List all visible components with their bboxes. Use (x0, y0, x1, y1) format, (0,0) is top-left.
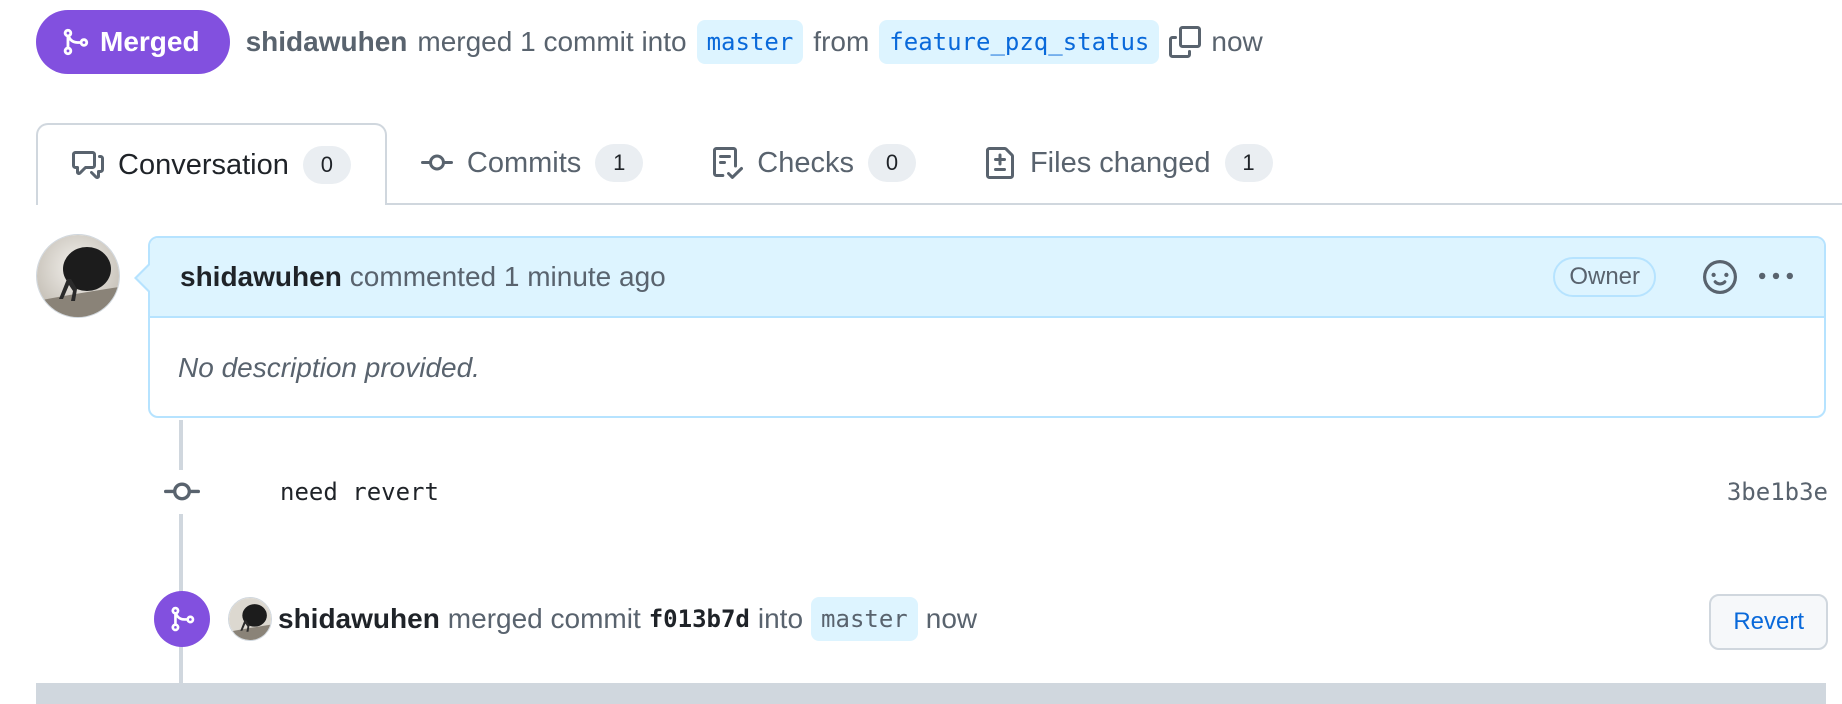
into-text: into (757, 603, 804, 634)
author-link[interactable]: shidawuhen (246, 26, 408, 58)
file-diff-icon (985, 147, 1014, 179)
tab-conversation[interactable]: Conversation 0 (36, 123, 387, 205)
tab-files-changed-label: Files changed (1029, 146, 1211, 179)
merged-state-badge: Merged (36, 10, 230, 74)
comment-action[interactable]: commented 1 minute ago (350, 261, 666, 293)
from-text: from (813, 26, 870, 57)
tab-checks-count: 0 (867, 144, 916, 182)
git-merge-icon (171, 606, 195, 632)
merge-author[interactable]: shidawuhen (278, 603, 440, 635)
copy-icon[interactable] (1169, 26, 1202, 58)
revert-button[interactable]: Revert (1709, 594, 1828, 650)
bottom-divider (36, 683, 1826, 704)
comment-discussion-icon (72, 151, 104, 179)
merge-action: merged commit (447, 603, 641, 634)
tab-commits[interactable]: Commits 1 (387, 123, 677, 203)
avatar-image (229, 598, 271, 640)
merge-event-row: shidawuhen merged commit f013b7d into ma… (154, 591, 1828, 650)
checklist-icon (713, 147, 744, 179)
comment-body: No description provided. (178, 352, 480, 383)
merge-event-badge (154, 591, 210, 647)
merged-state-label: Merged (100, 26, 200, 57)
merge-summary: shidawuhen merged 1 commit into master f… (246, 20, 1263, 64)
timeline-line (179, 420, 183, 704)
git-merge-icon (63, 28, 89, 56)
merge-time: now (1211, 26, 1263, 57)
merge-event-time[interactable]: now (926, 603, 977, 635)
merge-event-text: shidawuhen merged commit f013b7d into ma… (278, 597, 1709, 641)
comment-author[interactable]: shidawuhen (180, 261, 342, 293)
pr-header: Merged shidawuhen merged 1 commit into m… (36, 10, 1263, 74)
tab-checks[interactable]: Checks 0 (677, 123, 950, 203)
tab-commits-count: 1 (595, 144, 644, 182)
tab-checks-label: Checks (757, 146, 854, 179)
base-branch[interactable]: master (696, 20, 804, 64)
tab-files-changed[interactable]: Files changed 1 (950, 123, 1307, 203)
commit-sha[interactable]: 3be1b3e (1727, 478, 1828, 506)
comment-box: shidawuhen commented 1 minute ago Owner … (148, 236, 1826, 418)
small-avatar[interactable] (228, 597, 272, 641)
comment-header: shidawuhen commented 1 minute ago Owner (150, 238, 1824, 318)
tab-conversation-count: 0 (302, 146, 351, 184)
reaction-button[interactable] (1702, 259, 1738, 295)
kebab-horizontal-icon (1759, 272, 1793, 280)
avatar[interactable] (36, 234, 120, 318)
git-commit-icon (420, 154, 453, 171)
commit-message[interactable]: need revert (280, 478, 1727, 506)
commit-node (160, 470, 204, 514)
commit-row: need revert 3be1b3e (160, 470, 1828, 514)
merge-commit-sha[interactable]: f013b7d (649, 605, 750, 633)
comment-arrow-inner (137, 264, 151, 292)
owner-badge: Owner (1553, 257, 1656, 297)
smiley-icon (1703, 260, 1737, 294)
merge-summary-text: merged 1 commit into (417, 26, 687, 57)
avatar-image (37, 235, 119, 317)
tab-commits-label: Commits (466, 146, 582, 179)
merge-target-branch[interactable]: master (811, 597, 918, 641)
git-commit-icon (164, 482, 200, 501)
pr-tabs: Conversation 0 Commits 1 Checks 0 Files … (36, 123, 1842, 205)
head-branch[interactable]: feature_pzq_status (879, 20, 1160, 64)
tab-files-changed-count: 1 (1224, 144, 1273, 182)
more-options-button[interactable] (1758, 259, 1794, 295)
tab-conversation-label: Conversation (118, 148, 289, 181)
